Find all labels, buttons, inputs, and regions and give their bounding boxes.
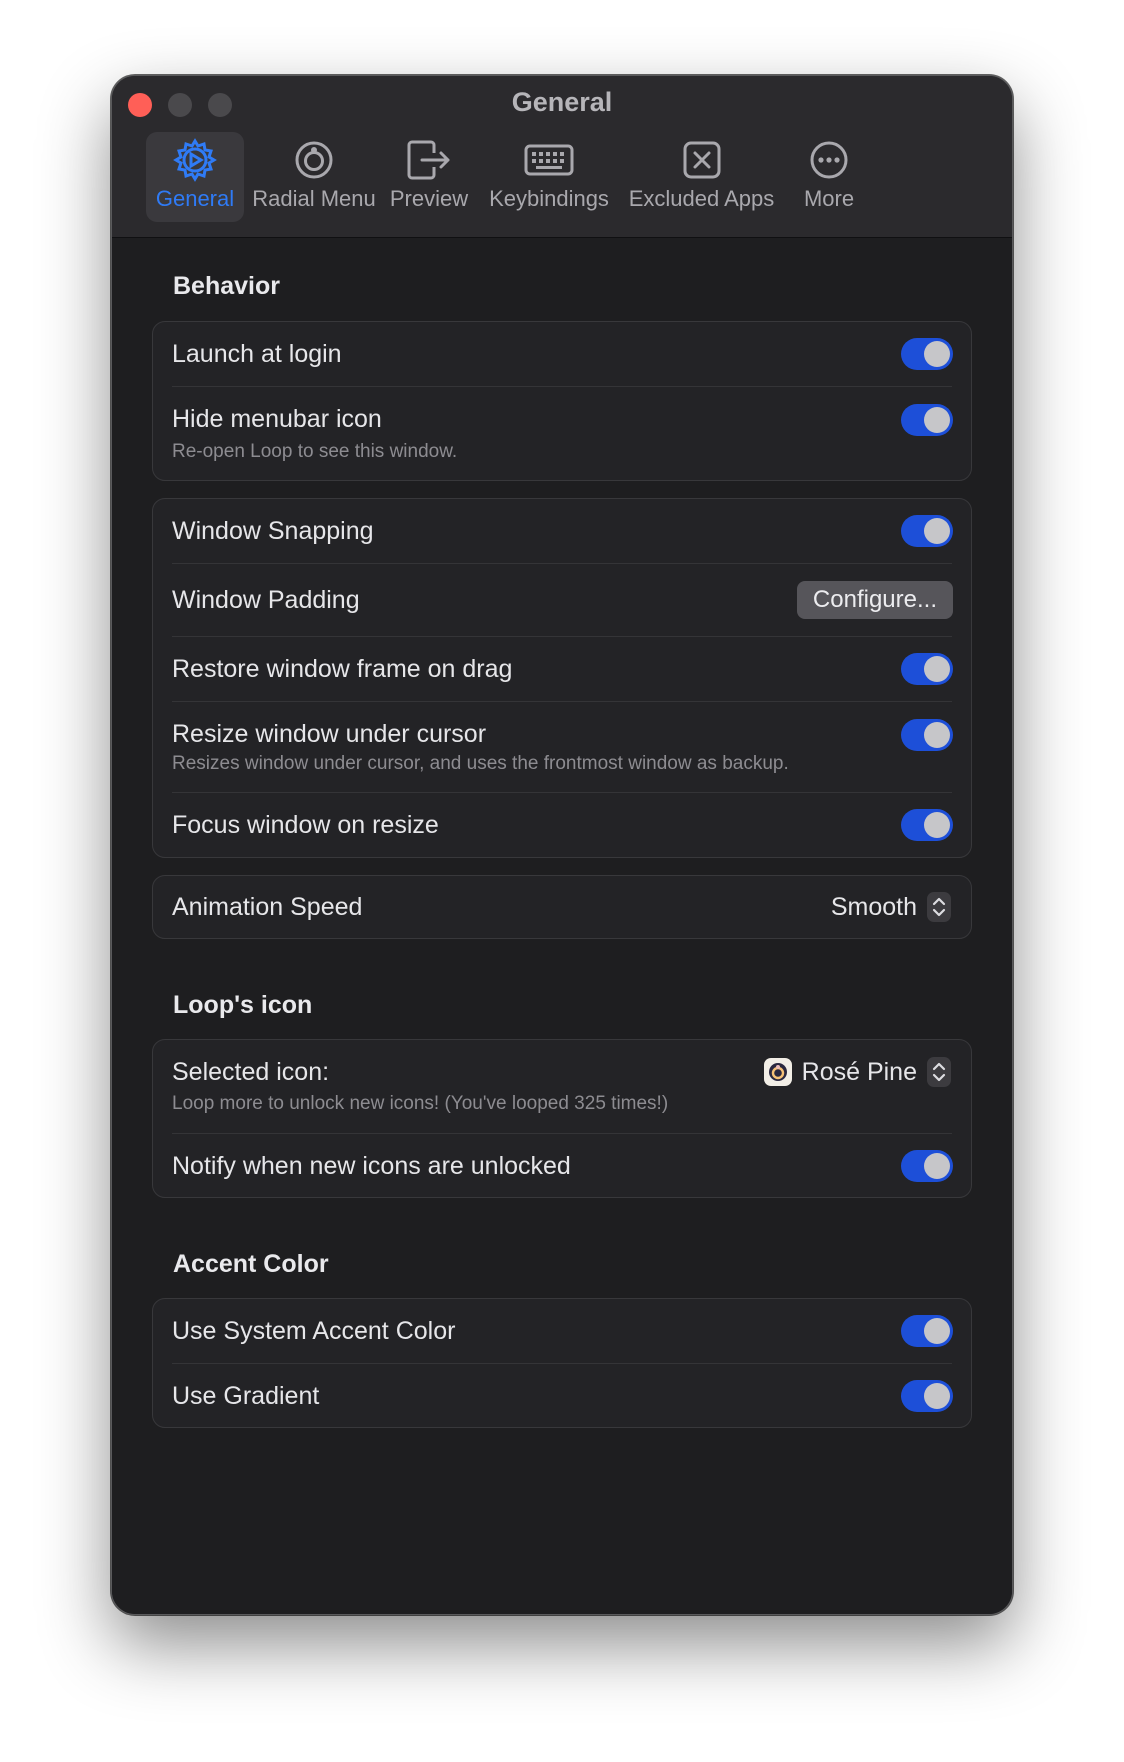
launch-at-login-toggle[interactable] [901,338,953,370]
row-hide-menubar-icon: Hide menubar icon Re-open Loop to see th… [153,387,971,479]
row-restore-frame: Restore window frame on drag [153,637,971,701]
group-window-behavior: Window Snapping Window Padding Configure… [152,498,972,858]
toggle-knob [924,1153,950,1179]
row-window-snapping: Window Snapping [153,499,971,563]
selected-icon-subtitle: Loop more to unlock new icons! (You've l… [172,1093,669,1114]
ellipsis-circle-icon [809,134,849,186]
window-padding-label: Window Padding [172,586,360,614]
row-launch-at-login: Launch at login [153,322,971,386]
radial-ring-icon [294,134,334,186]
tab-excluded-apps[interactable]: Excluded Apps [624,132,779,222]
window-title: General [511,87,613,117]
tab-general[interactable]: General [146,132,244,222]
settings-window: General General Radial Menu Preview Keyb… [111,75,1013,1615]
row-resize-under-cursor: Resize window under cursor Resizes windo… [153,702,971,792]
toggle-knob [924,518,950,544]
gear-play-icon [173,134,217,186]
chevron-up-down-icon [927,892,951,922]
tab-excluded-apps-label: Excluded Apps [628,186,775,211]
tab-radial-menu[interactable]: Radial Menu [252,132,376,222]
section-title-behavior: Behavior [173,272,280,300]
group-accent-color: Use System Accent Color Use Gradient [152,1298,972,1428]
row-animation-speed: Animation Speed Smooth [153,876,971,938]
settings-content: Behavior Launch at login Hide menubar ic… [112,238,1012,1614]
toggle-knob [924,1383,950,1409]
group-animation-speed: Animation Speed Smooth [152,875,972,939]
row-notify-unlocked: Notify when new icons are unlocked [153,1134,971,1197]
group-loops-icon: Selected icon: Loop more to unlock new i… [152,1039,972,1198]
toggle-knob [924,341,950,367]
chevron-up-down-icon [927,1057,951,1087]
animation-speed-label: Animation Speed [172,893,363,921]
row-use-system-accent: Use System Accent Color [153,1299,971,1363]
tab-keybindings[interactable]: Keybindings [484,132,614,222]
use-gradient-toggle[interactable] [901,1380,953,1412]
tab-preview-label: Preview [389,186,469,211]
resize-under-cursor-label: Resize window under cursor [172,720,487,748]
title-bar: General General Radial Menu Preview Keyb… [112,76,1012,238]
toggle-knob [924,722,950,748]
tab-preview[interactable]: Preview [384,132,474,222]
toggle-knob [924,812,950,838]
section-title-loops-icon: Loop's icon [173,991,313,1019]
launch-at-login-label: Launch at login [172,340,342,368]
row-window-padding: Window Padding Configure... [153,564,971,636]
tab-more[interactable]: More [789,132,869,222]
notify-unlocked-toggle[interactable] [901,1150,953,1182]
resize-under-cursor-toggle[interactable] [901,719,953,751]
notify-unlocked-label: Notify when new icons are unlocked [172,1152,571,1180]
toolbar-tabs: General Radial Menu Preview Keybindings … [112,132,1012,224]
rose-pine-app-icon [763,1058,792,1086]
row-focus-on-resize: Focus window on resize [153,793,971,857]
hide-menubar-icon-toggle[interactable] [901,404,953,436]
tab-radial-menu-label: Radial Menu [252,186,376,211]
resize-under-cursor-subtitle: Resizes window under cursor, and uses th… [172,753,789,774]
hide-menubar-icon-subtitle: Re-open Loop to see this window. [172,441,458,462]
toggle-knob [924,656,950,682]
focus-on-resize-toggle[interactable] [901,809,953,841]
tab-general-label: General [155,186,235,211]
window-snapping-label: Window Snapping [172,517,374,545]
row-selected-icon: Selected icon: Loop more to unlock new i… [153,1040,971,1133]
x-square-icon [683,134,721,186]
preview-window-arrow-icon [406,134,452,186]
hide-menubar-icon-label: Hide menubar icon [172,405,382,433]
selected-icon-select[interactable]: Rosé Pine [763,1057,951,1087]
animation-speed-value: Smooth [830,892,917,921]
animation-speed-select[interactable]: Smooth [831,892,951,922]
section-title-accent-color: Accent Color [173,1250,329,1278]
tab-keybindings-label: Keybindings [489,186,609,211]
group-login-menubar: Launch at login Hide menubar icon Re-ope… [152,321,972,481]
toggle-knob [924,407,950,433]
keyboard-icon [524,134,574,186]
restore-frame-toggle[interactable] [901,653,953,685]
restore-frame-label: Restore window frame on drag [172,655,513,683]
row-use-gradient: Use Gradient [153,1364,971,1427]
window-snapping-toggle[interactable] [901,515,953,547]
focus-on-resize-label: Focus window on resize [172,811,439,839]
tab-more-label: More [803,186,855,211]
use-system-accent-toggle[interactable] [901,1315,953,1347]
selected-icon-label: Selected icon: [172,1058,330,1086]
configure-padding-button[interactable]: Configure... [796,581,953,619]
toggle-knob [924,1318,950,1344]
use-system-accent-label: Use System Accent Color [172,1317,456,1345]
selected-icon-value: Rosé Pine [801,1057,917,1086]
use-gradient-label: Use Gradient [172,1382,320,1410]
